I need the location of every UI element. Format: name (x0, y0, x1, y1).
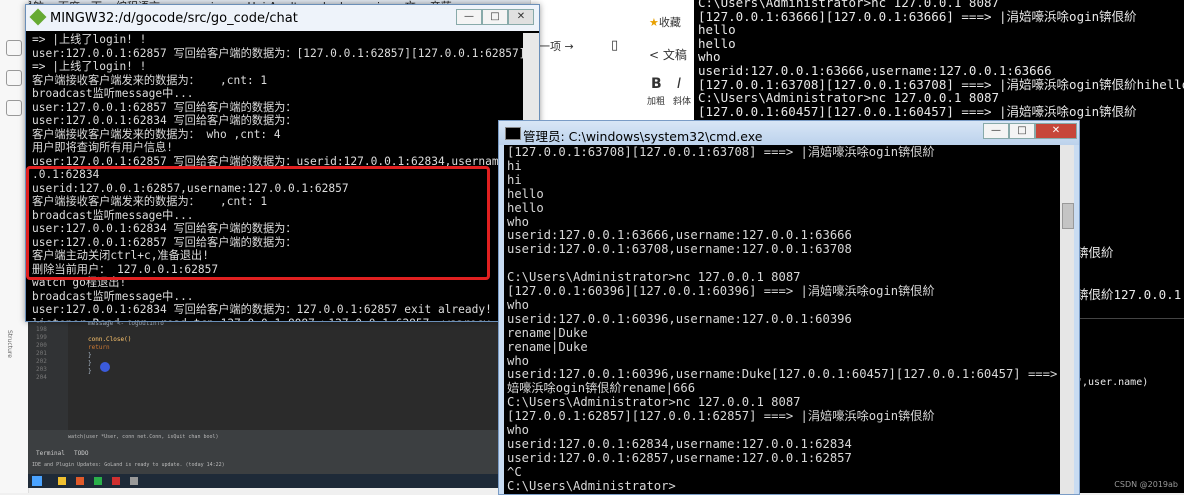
line-number: 204 (36, 374, 47, 381)
code-line: conn.Close() (88, 336, 132, 343)
taskbar-app-icon[interactable] (112, 477, 120, 485)
terminal-line: user:127.0.0.1:62857 写回给客户端的数据为：[127.0.0… (32, 46, 523, 60)
cmd-app-icon (505, 127, 521, 140)
close-button[interactable]: ✕ (1035, 123, 1077, 139)
terminal-line: hello (698, 22, 736, 38)
line-number: 202 (36, 358, 47, 365)
terminal-line: who (698, 49, 721, 65)
terminal-line: [127.0.0.1:63666][127.0.0.1:63666] ===> … (698, 8, 1137, 24)
cmd-output: [127.0.0.1:63708][127.0.0.1:63708] ===> … (504, 145, 1060, 494)
terminal-line: [127.0.0.1:60457][127.0.0.1:60457] ===> … (698, 103, 1137, 119)
ide-window: 197198199200201202203204 message <- logo… (28, 318, 498, 488)
terminal-line: userid:127.0.0.1:60396,username:127.0.0.… (507, 311, 852, 326)
sidebar-icon[interactable] (6, 100, 22, 116)
terminal-line: user:127.0.0.1:62857 写回给客户端的数据为： (32, 100, 297, 114)
terminal-line: hi (507, 158, 522, 173)
sidebar-icon[interactable] (6, 40, 22, 56)
mingw-title-bar[interactable]: MINGW32:/d/gocode/src/go_code/chat — □ ✕ (26, 5, 539, 31)
terminal-line: [127.0.0.1:60396][127.0.0.1:60396] ===> … (507, 284, 935, 298)
code-editor[interactable]: message <- logoutInfo conn.Close() return}… (88, 320, 164, 384)
highlight-box (26, 166, 490, 280)
cmd-scrollbar[interactable] (1060, 145, 1074, 494)
terminal-line: broadcast监听message中... (32, 87, 194, 100)
terminal-line: 客户端接收客户端发来的数据为： ,cnt: 1 (32, 73, 268, 87)
terminal-line: hello (507, 200, 544, 215)
mingw-title: MINGW32:/d/gocode/src/go_code/chat (50, 11, 298, 26)
terminal-line: => |上线了login! ! (32, 33, 147, 46)
terminal-line: userid:127.0.0.1:63666,username:127.0.0.… (507, 228, 852, 243)
terminal-line: C:\Users\Administrator> (507, 478, 676, 493)
cmd-window[interactable]: 管理员: C:\windows\system32\cmd.exe — □ ✕ [… (498, 120, 1080, 495)
divider (1076, 318, 1184, 319)
tab-todo[interactable]: TODO (74, 450, 88, 457)
sidebar-icon[interactable] (6, 70, 22, 86)
maximize-button[interactable]: □ (482, 9, 508, 25)
line-number: 201 (36, 350, 47, 357)
console-fragment: ",user.name) (1076, 377, 1149, 388)
terminal-line: broadcast监听message中... (32, 289, 194, 303)
line-number: 199 (36, 334, 47, 341)
taskbar-app-icon[interactable] (130, 477, 138, 485)
console-fragment: 锛佷紒127.0.0.1: (1076, 287, 1184, 302)
line-number: 200 (36, 342, 47, 349)
terminal-line: [127.0.0.1:62857][127.0.0.1:62857] ===> … (507, 409, 935, 424)
terminal-line: listener.Read err: read tcp 127.0.0.1:80… (32, 317, 523, 322)
tab-terminal[interactable]: Terminal (36, 450, 65, 457)
terminal-line: => |上线了login! ! (32, 60, 147, 73)
line-number: 203 (36, 366, 47, 373)
cursor-marker-icon (100, 362, 110, 372)
terminal-line: 客户端接收客户端发来的数据为： who ,cnt: 4 (32, 127, 281, 141)
terminal-line: user:127.0.0.1:62834 写回给客户端的数据为： (32, 114, 297, 127)
terminal-line: C:\Users\Administrator>nc 127.0.0.1 8087 (698, 90, 1000, 106)
code-line: return (88, 344, 110, 351)
terminal-line: rename|Duke (507, 325, 588, 340)
terminal-line: C:\Users\Administrator>nc 127.0.0.1 8087 (507, 270, 801, 285)
scrollbar-thumb[interactable] (1062, 203, 1074, 229)
mingw-app-icon (29, 8, 47, 26)
terminal-line: hello (507, 186, 544, 201)
terminal-line: userid:127.0.0.1:62857,username:127.0.0.… (507, 450, 852, 465)
terminal-line: [127.0.0.1:63708][127.0.0.1:63708] ===> … (507, 145, 935, 159)
line-number: 198 (36, 326, 47, 333)
watermark: CSDN @2019ab (1114, 480, 1178, 489)
taskbar (28, 474, 498, 488)
terminal-line: userid:127.0.0.1:63708,username:127.0.0.… (507, 242, 852, 257)
structure-label: Structure (6, 330, 13, 358)
terminal-line: hello (698, 35, 736, 51)
minimize-button[interactable]: — (983, 123, 1009, 139)
terminal-line: rename|Duke (507, 339, 588, 354)
terminal-line: user:127.0.0.1:62834 写回给客户端的数据为：127.0.0.… (32, 303, 492, 316)
terminal-line: who (507, 214, 530, 229)
terminal-line: userid:127.0.0.1:62834,username:127.0.0.… (507, 436, 852, 451)
terminal-line: C:\Users\Administrator>nc 127.0.0.1 8087 (507, 395, 801, 410)
code-line: } (88, 368, 92, 375)
terminal-line: 用户即将查询所有用户信息! (32, 141, 173, 154)
close-button[interactable]: ✕ (508, 9, 534, 25)
terminal-line: hi (507, 172, 522, 187)
taskbar-app-icon[interactable] (58, 477, 66, 485)
cmd-title: 管理员: C:\windows\system32\cmd.exe (523, 129, 763, 144)
maximize-button[interactable]: □ (1009, 123, 1035, 139)
start-icon[interactable] (32, 476, 42, 486)
terminal-line: who (507, 297, 530, 312)
cmd-title-bar[interactable]: 管理员: C:\windows\system32\cmd.exe — □ ✕ (499, 121, 1079, 145)
terminal-line: [127.0.0.1:63708][127.0.0.1:63708] ===> … (698, 76, 1184, 92)
minimize-button[interactable]: — (456, 9, 482, 25)
line-gutter: 197198199200201202203204 (28, 318, 68, 430)
terminal-line: ^C (507, 464, 522, 479)
terminal-line: userid:127.0.0.1:63666,username:127.0.0.… (698, 63, 1052, 78)
bottom-panel: watch(user *User, conn net.Conn, isQuit … (28, 430, 498, 474)
taskbar-app-icon[interactable] (94, 477, 102, 485)
console-fragment: 锛佷紒 (1076, 245, 1114, 260)
terminal-line: who (507, 423, 530, 437)
code-line: } (88, 352, 92, 359)
taskbar-app-icon[interactable] (76, 477, 84, 485)
panel-text: watch(user *User, conn net.Conn, isQuit … (68, 434, 219, 440)
ide-status-text: IDE and Plugin Updates: GoLand is ready … (32, 462, 225, 468)
terminal-line: 婄嚎浜唋ogin锛佷紒rename|666 (507, 381, 696, 396)
